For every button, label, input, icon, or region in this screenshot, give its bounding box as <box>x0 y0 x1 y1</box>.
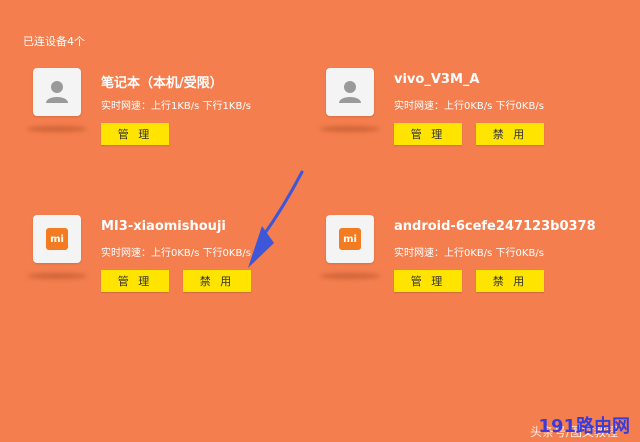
person-icon <box>339 81 361 103</box>
connected-count: 已连设备4个 <box>23 35 85 48</box>
person-icon <box>46 81 68 103</box>
device-name: 笔记本（本机/受限） <box>101 76 223 91</box>
avatar-shadow <box>27 273 87 279</box>
device-speed: 实时网速：上行1KB/s 下行1KB/s <box>101 101 251 112</box>
manage-button[interactable]: 管 理 <box>394 123 462 145</box>
device-card: vivo_V3M_A 实时网速：上行0KB/s 下行0KB/s 管 理 禁 用 <box>320 68 616 178</box>
avatar-shadow <box>320 273 380 279</box>
device-speed: 实时网速：上行0KB/s 下行0KB/s <box>394 101 544 112</box>
avatar-shadow <box>320 126 380 132</box>
mi-logo-icon: mi <box>46 228 68 250</box>
disable-button[interactable]: 禁 用 <box>476 270 544 292</box>
device-avatar <box>326 68 374 116</box>
manage-button[interactable]: 管 理 <box>101 123 169 145</box>
device-avatar <box>33 68 81 116</box>
device-card: mi MI3-xiaomishouji 实时网速：上行0KB/s 下行0KB/s… <box>27 215 323 325</box>
watermark-logo: 191路由网 <box>538 416 630 437</box>
manage-button[interactable]: 管 理 <box>394 270 462 292</box>
disable-button[interactable]: 禁 用 <box>476 123 544 145</box>
device-name: MI3-xiaomishouji <box>101 219 226 234</box>
mi-logo-icon: mi <box>339 228 361 250</box>
device-name: android-6cefe247123b0378 <box>394 219 596 234</box>
device-avatar: mi <box>33 215 81 263</box>
device-avatar: mi <box>326 215 374 263</box>
manage-button[interactable]: 管 理 <box>101 270 169 292</box>
device-name: vivo_V3M_A <box>394 72 480 87</box>
disable-button[interactable]: 禁 用 <box>183 270 251 292</box>
device-card: 笔记本（本机/受限） 实时网速：上行1KB/s 下行1KB/s 管 理 <box>27 68 323 178</box>
device-speed: 实时网速：上行0KB/s 下行0KB/s <box>101 248 251 259</box>
device-card: mi android-6cefe247123b0378 实时网速：上行0KB/s… <box>320 215 616 325</box>
avatar-shadow <box>27 126 87 132</box>
device-speed: 实时网速：上行0KB/s 下行0KB/s <box>394 248 544 259</box>
